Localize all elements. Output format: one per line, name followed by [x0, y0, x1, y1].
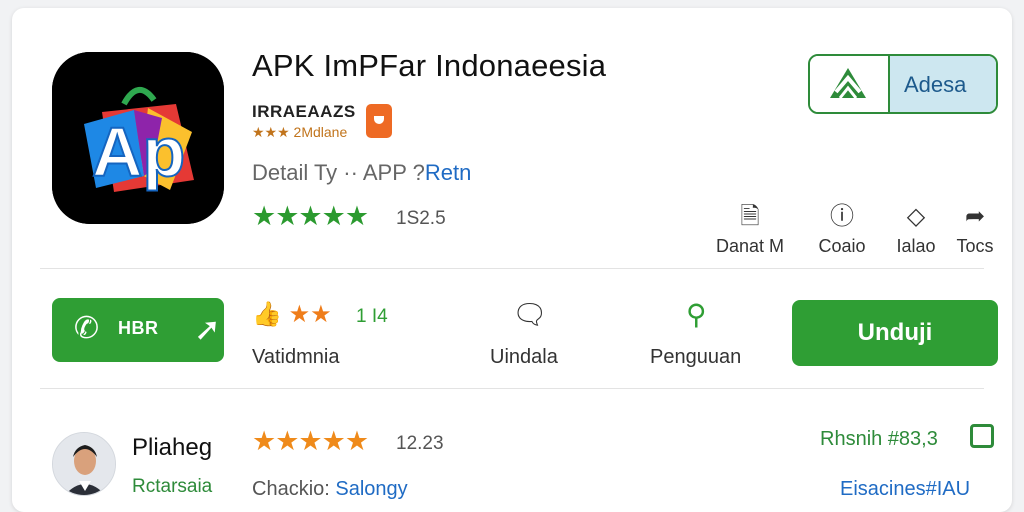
action-item-share[interactable]: ➦ Tocs — [944, 202, 1006, 257]
download-button[interactable]: Unduji — [792, 300, 998, 366]
action-item-tag[interactable]: ◇ Ialao — [880, 202, 952, 257]
call-button[interactable]: ✆ HBR ➚ — [52, 298, 224, 362]
user-icon[interactable]: ⚲ — [686, 298, 707, 331]
rating-stars: ★★★★★ — [252, 201, 369, 231]
arrow-icon: ➚ — [194, 311, 221, 347]
tag-icon: ◇ — [906, 203, 926, 230]
comment-icon[interactable] — [970, 424, 994, 448]
review-right-bottom[interactable]: Eisacines#IAU — [840, 478, 970, 501]
action-label: Coaio — [818, 236, 866, 256]
user-label[interactable]: Penguuan — [650, 346, 741, 369]
detail-prefix: Detail Ty — [252, 160, 338, 185]
rating-count: 1S2.5 — [396, 208, 446, 229]
action-label: Ialao — [896, 236, 936, 256]
person-icon — [53, 433, 115, 495]
avatar[interactable] — [52, 432, 116, 496]
call-button-label: HBR — [118, 318, 159, 338]
chat-icon[interactable]: 🗨 — [512, 298, 548, 331]
reviewer-name[interactable]: Pliaheg — [132, 434, 212, 462]
review-text-prefix: Chackio: — [252, 478, 336, 500]
app-detail-card: Ap APK ImPFar Indonaeesia IRRAEAAZS ★★★ … — [12, 8, 1012, 512]
app-title: APK ImPFar Indonaeesia — [252, 48, 607, 83]
action-item-info[interactable]: ⓘ Coaio — [802, 202, 882, 257]
action-item-document[interactable]: 🗎 Danat M — [702, 202, 798, 257]
app-logo-icon: Ap — [52, 52, 224, 224]
leaf-icon — [830, 68, 866, 99]
rating-label[interactable]: Vatidmnia — [252, 346, 339, 369]
divider — [40, 268, 984, 269]
divider — [40, 388, 984, 389]
developer-name[interactable]: IRRAEAAZS — [252, 102, 356, 122]
add-button-label: Adesa — [904, 72, 967, 97]
info-icon: ⓘ — [830, 203, 854, 230]
app-icon-letters: Ap — [92, 113, 185, 191]
detail-line: Detail Ty ·· APP ?Retn — [252, 160, 471, 186]
review-count: 12.23 — [396, 433, 444, 454]
developer-badge-icon — [366, 104, 392, 138]
action-label: Tocs — [956, 236, 994, 256]
rating-icons: 👍 ★★ — [252, 300, 332, 329]
chat-label[interactable]: Uindala — [490, 346, 558, 369]
developer-subtitle: ★★★ 2Mdlane — [252, 124, 348, 140]
mid-rating-count: 1 I4 — [356, 306, 388, 327]
share-icon: ➦ — [964, 203, 986, 230]
add-button-icon-area — [810, 56, 888, 112]
add-button[interactable]: Adesa — [808, 54, 998, 114]
review-right-top: Rhsnih #83,3 — [820, 428, 938, 450]
thumbs-up-icon: 👍 — [252, 301, 282, 328]
app-icon[interactable]: Ap — [52, 52, 224, 224]
star-icon: ★★ — [288, 301, 332, 328]
phone-icon: ✆ — [74, 312, 100, 345]
review-stars: ★★★★★ — [252, 426, 369, 456]
detail-mid: ·· APP ? — [337, 160, 425, 185]
review-text-link[interactable]: Salongy — [335, 478, 407, 500]
reviewer-subtitle: Rctarsaia — [132, 476, 213, 497]
action-label: Danat M — [715, 236, 785, 256]
detail-link[interactable]: Retn — [425, 160, 471, 185]
document-icon: 🗎 — [740, 203, 760, 230]
review-text: Chackio: Salongy — [252, 478, 408, 501]
